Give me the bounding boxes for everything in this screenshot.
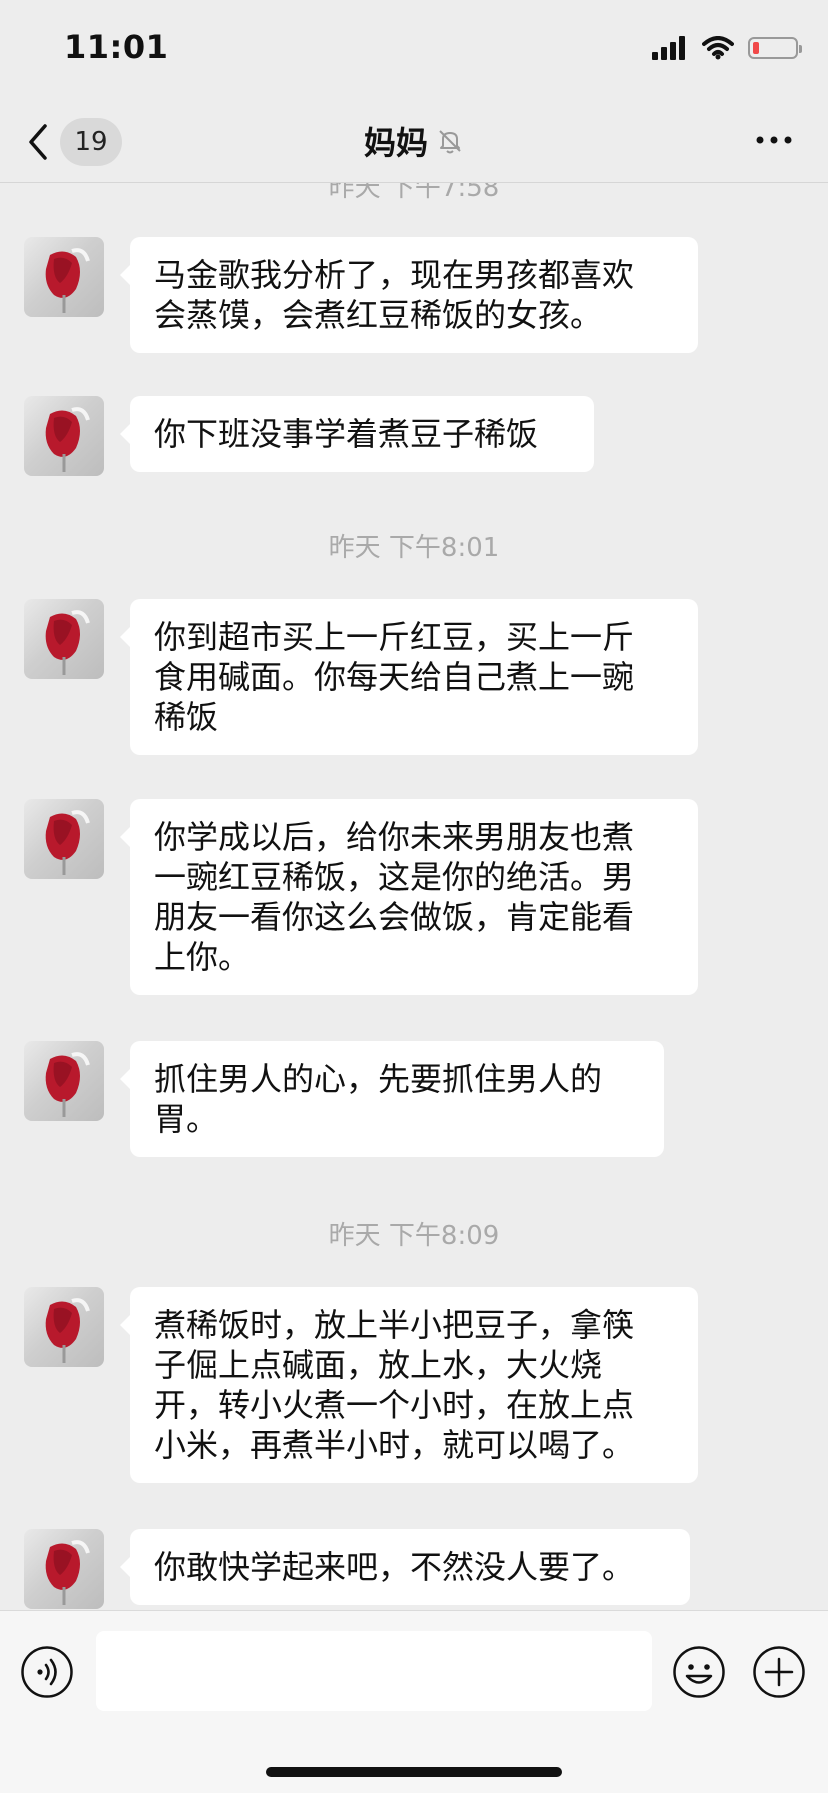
more-dots-icon [756,136,792,144]
message-bubble[interactable]: 煮稀饭时，放上半小把豆子，拿筷 子倔上点碱面，放上水，大火烧 开，转小火煮一个小… [120,1287,698,1483]
status-bar: 11:01 [0,0,828,100]
input-bar [0,1610,828,1793]
message-line: 上你。 [154,938,251,976]
status-icons [652,36,802,60]
signal-icon [652,36,685,60]
message-line: 你学成以后，给你未来男朋友也煮 [154,818,635,856]
message-line: 朋友一看你这么会做饭，肯定能看 [154,898,635,936]
message-bubble[interactable]: 你到超市买上一斤红豆，买上一斤 食用碱面。你每天给自己煮上一豌 稀饭 [120,599,698,755]
message-line: 你到超市买上一斤红豆，买上一斤 [154,618,635,656]
message-line: 子倔上点碱面，放上水，大火烧 [154,1346,603,1384]
avatar[interactable] [24,237,104,317]
voice-button[interactable] [20,1645,74,1703]
message-line: 你敢快学起来吧，不然没人要了。 [154,1548,635,1586]
timestamp: 昨天 下午8:09 [328,1221,500,1251]
message-bubble[interactable]: 你敢快学起来吧，不然没人要了。 [120,1529,690,1605]
avatar[interactable] [24,1529,104,1609]
message-line: 马金歌我分析了，现在男孩都喜欢 [154,256,635,294]
message-line: 胃。 [154,1100,219,1138]
message-line: 会蒸馍，会煮红豆稀饭的女孩。 [154,296,603,334]
emoji-button[interactable] [672,1645,726,1703]
chat-area[interactable]: 昨天 下午7:58 马金歌我分析了，现在男孩都喜欢 会蒸馍，会煮红豆稀饭的女孩。… [0,183,828,1610]
nav-bar: 19 妈妈 [0,100,828,183]
wifi-icon [702,36,734,60]
emoji-icon [673,1646,725,1698]
bell-off-icon [439,130,461,154]
message-line: 一豌红豆稀饭，这是你的绝活。男 [154,858,635,896]
timestamp: 昨天 下午7:58 [328,183,500,203]
message-input[interactable] [96,1631,652,1711]
message-line: 你下班没事学着煮豆子稀饭 [154,415,539,453]
timestamp: 昨天 下午8:01 [328,533,500,563]
avatar[interactable] [24,1041,104,1121]
message-line: 抓住男人的心，先要抓住男人的 [154,1060,603,1098]
message-bubble[interactable]: 你学成以后，给你未来男朋友也煮 一豌红豆稀饭，这是你的绝活。男 朋友一看你这么会… [120,799,698,995]
message-line: 稀饭 [154,698,219,736]
message-bubble[interactable]: 抓住男人的心，先要抓住男人的 胃。 [120,1041,664,1157]
status-time: 11:01 [64,28,169,66]
chat-title: 妈妈 [363,124,428,162]
message-line: 开，转小火煮一个小时，在放上点 [154,1386,635,1424]
voice-icon [21,1646,73,1698]
avatar[interactable] [24,599,104,679]
avatar[interactable] [24,1287,104,1367]
more-button[interactable] [754,120,794,164]
avatar[interactable] [24,799,104,879]
message-bubble[interactable]: 你下班没事学着煮豆子稀饭 [120,396,594,472]
battery-icon [748,37,802,59]
message-line: 食用碱面。你每天给自己煮上一豌 [154,658,635,696]
avatar[interactable] [24,396,104,476]
message-line: 煮稀饭时，放上半小把豆子，拿筷 [154,1306,635,1344]
message-bubble[interactable]: 马金歌我分析了，现在男孩都喜欢 会蒸馍，会煮红豆稀饭的女孩。 [120,237,698,353]
home-indicator [266,1767,562,1777]
plus-button[interactable] [752,1645,806,1703]
message-line: 小米，再煮半小时，就可以喝了。 [154,1426,635,1464]
nav-title-group: 妈妈 [0,118,828,164]
plus-icon [753,1646,805,1698]
